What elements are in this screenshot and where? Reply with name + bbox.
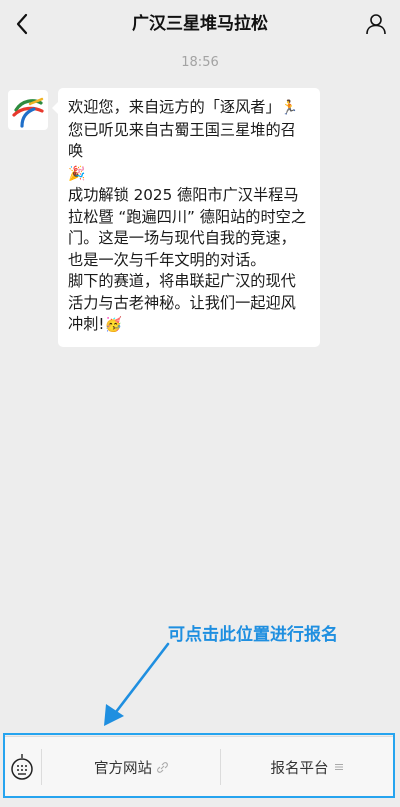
message-line-track: 脚下的赛道，将串联起广汉的现代活力与古老神秘。让我们一起迎风冲刺!🥳 <box>68 271 310 337</box>
menu-highlight-frame <box>3 733 395 798</box>
runner-emoji: 🏃 <box>280 100 299 116</box>
message-line-unlock: 成功解锁 2025 德阳市广汉半程马拉松暨 “跑遍四川” 德阳站的时空之门。这是… <box>68 186 307 269</box>
annotation-text: 可点击此位置进行报名 <box>168 625 338 645</box>
chat-screen: 广汉三星堆马拉松 18:56 欢迎您，来自远方的「逐风者」🏃 您已听见来自古蜀王… <box>0 0 400 807</box>
message-line-summon: 您已听见来自古蜀王国三星堆的召唤 <box>68 120 296 161</box>
back-button[interactable] <box>4 6 40 42</box>
page-title: 广汉三星堆马拉松 <box>132 14 268 34</box>
person-icon <box>366 14 386 35</box>
party-emoji: 🎉 <box>68 165 86 182</box>
message-bubble: 欢迎您，来自远方的「逐风者」🏃 您已听见来自古蜀王国三星堆的召唤 🎉 成功解锁 … <box>52 88 320 347</box>
annotation-arrow-icon <box>104 642 170 726</box>
face-emoji: 🥳 <box>104 317 122 333</box>
message-timestamp: 18:56 <box>181 55 219 70</box>
profile-button[interactable] <box>358 6 394 42</box>
message-line-welcome: 欢迎您，来自远方的「逐风者」🏃 <box>68 97 310 120</box>
avatar[interactable] <box>8 90 48 130</box>
message-line-party: 🎉 <box>68 163 310 186</box>
logo-icon <box>12 97 44 128</box>
header-bar: 广汉三星堆马拉松 <box>0 0 400 48</box>
chevron-left-icon <box>16 13 28 35</box>
